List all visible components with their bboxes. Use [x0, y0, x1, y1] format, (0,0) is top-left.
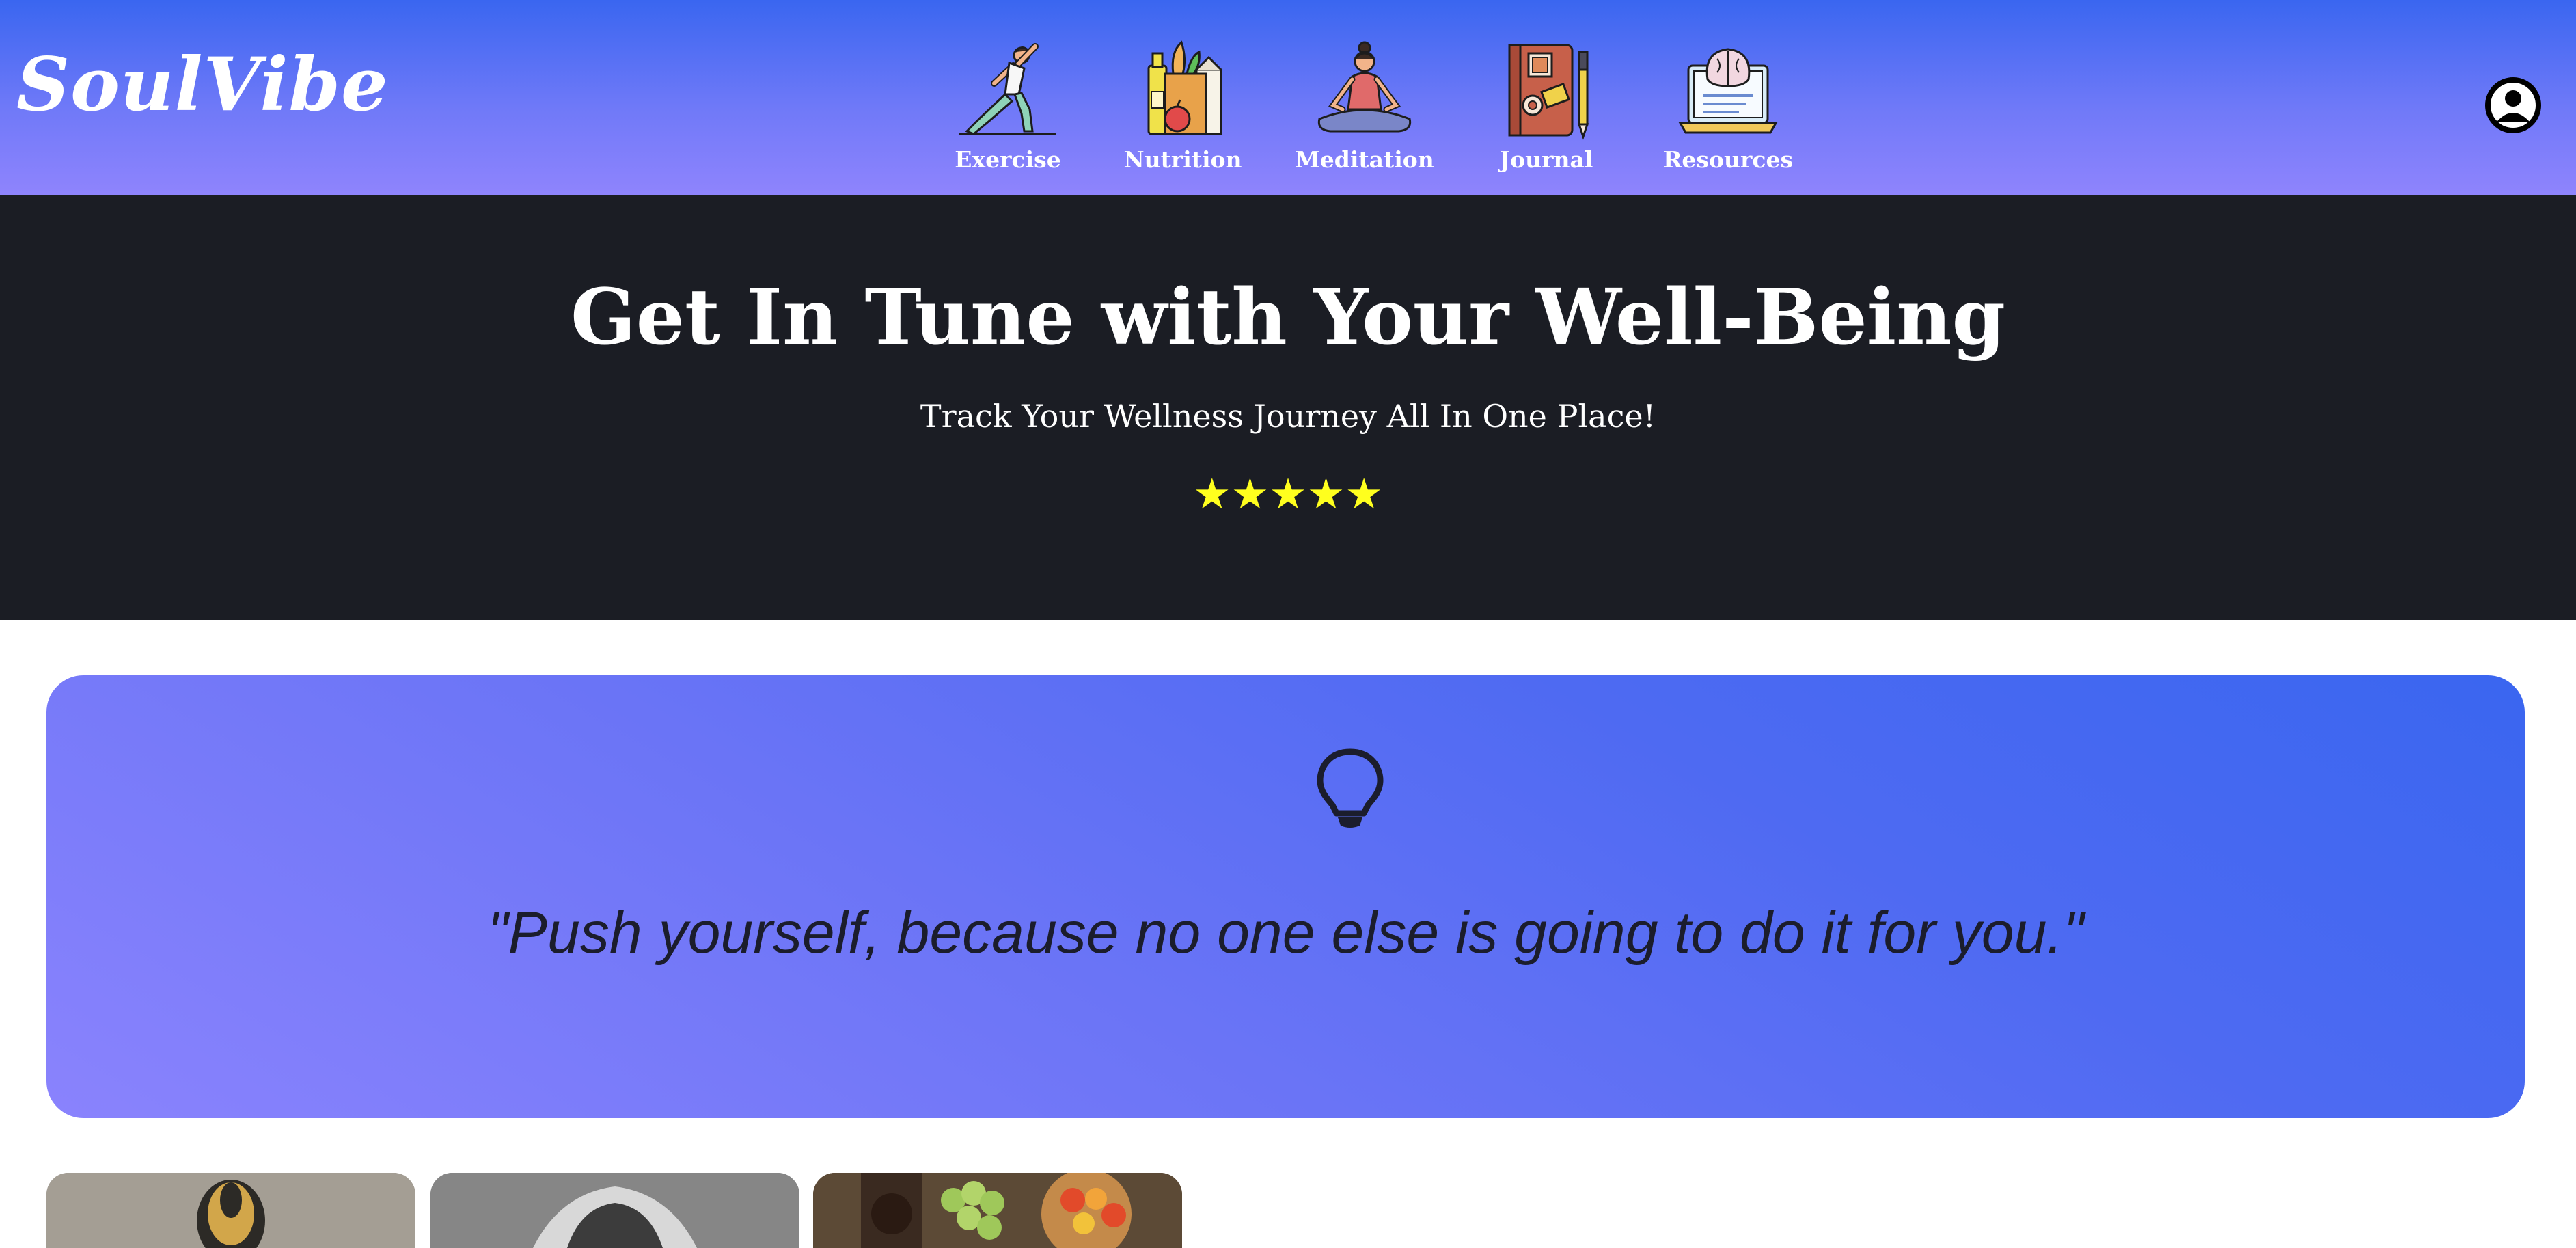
nutrition-icon — [1147, 40, 1222, 135]
brand-logo[interactable]: SoulVibe — [16, 48, 389, 122]
feature-card-yoga[interactable] — [46, 1173, 415, 1248]
nav-label-meditation: Meditation — [1295, 146, 1434, 173]
exercise-icon — [959, 43, 1056, 135]
nav-label-nutrition: Nutrition — [1123, 146, 1242, 173]
yoga-photo — [46, 1173, 415, 1248]
nav-label-journal: Journal — [1499, 146, 1593, 173]
nav-item-nutrition[interactable]: Nutrition — [1104, 38, 1261, 173]
feature-card-food[interactable] — [813, 1173, 1182, 1248]
nav-item-meditation[interactable]: Meditation — [1286, 38, 1443, 173]
food-photo — [813, 1173, 1182, 1248]
top-header: SoulVibe Exercise Nutrition Meditation J… — [0, 0, 2576, 195]
lightbulb-icon — [1317, 748, 1384, 828]
hero-subtitle: Track Your Wellness Journey All In One P… — [920, 398, 1656, 435]
user-circle-icon[interactable] — [2484, 77, 2542, 134]
nav-item-journal[interactable]: Journal — [1468, 38, 1625, 173]
nav-label-resources: Resources — [1662, 146, 1794, 173]
meditation-icon — [1317, 41, 1412, 133]
quote-card: "Push yourself, because no one else is g… — [46, 675, 2525, 1118]
nav-item-resources[interactable]: Resources — [1649, 38, 1807, 173]
quote-text: "Push yourself, because no one else is g… — [487, 900, 2084, 966]
resources-icon — [1678, 48, 1778, 134]
rating-stars: ★★★★★ — [1193, 469, 1383, 519]
hero-title: Get In Tune with Your Well-Being — [571, 273, 2005, 362]
nav-item-exercise[interactable]: Exercise — [929, 38, 1086, 173]
hero-section: Get In Tune with Your Well-Being Track Y… — [0, 195, 2576, 620]
nav-label-exercise: Exercise — [955, 146, 1061, 173]
portrait-photo — [430, 1173, 799, 1248]
feature-card-portrait[interactable] — [430, 1173, 799, 1248]
journal-icon — [1508, 44, 1589, 140]
